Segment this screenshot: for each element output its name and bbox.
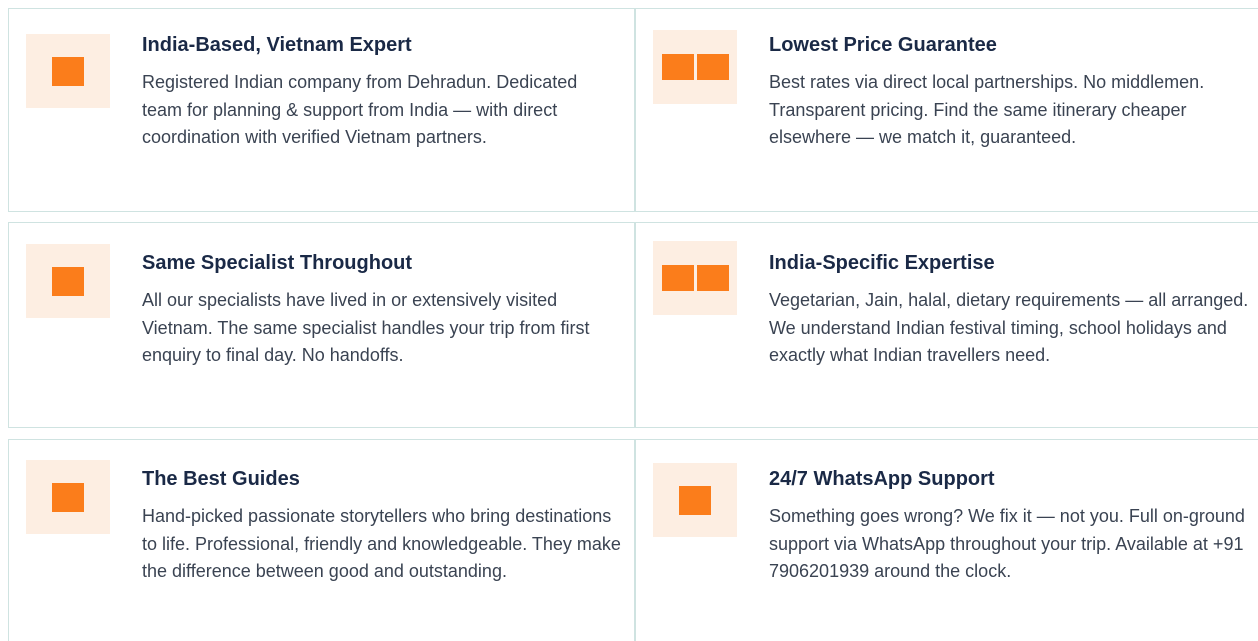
square-icon bbox=[52, 266, 84, 296]
feature-title: India-Based, Vietnam Expert bbox=[142, 34, 412, 56]
feature-card-whatsapp-support: 24/7 WhatsApp Support Something goes wro… bbox=[635, 439, 1258, 641]
feature-icon-box bbox=[653, 241, 737, 315]
feature-title: The Best Guides bbox=[142, 468, 300, 490]
square-icon bbox=[661, 265, 694, 291]
feature-description: Best rates via direct local partnerships… bbox=[769, 72, 1205, 147]
square-icon bbox=[696, 54, 729, 80]
feature-title: India-Specific Expertise bbox=[769, 252, 995, 274]
feature-icon-box bbox=[653, 30, 737, 104]
feature-icon-box bbox=[26, 244, 110, 318]
feature-card-india-specific: India-Specific Expertise Vegetarian, Jai… bbox=[635, 222, 1258, 428]
feature-title: Same Specialist Throughout bbox=[142, 252, 413, 274]
feature-card-lowest-price: Lowest Price Guarantee Best rates via di… bbox=[635, 8, 1258, 212]
square-icon bbox=[696, 265, 729, 291]
features-grid: India-Based, Vietnam Expert Registered I… bbox=[0, 0, 1258, 641]
square-icon bbox=[52, 56, 84, 86]
feature-icon-box bbox=[653, 463, 737, 537]
feature-card-same-specialist: Same Specialist Throughout All our speci… bbox=[8, 222, 635, 428]
square-icon bbox=[52, 482, 84, 512]
feature-card-india-based: India-Based, Vietnam Expert Registered I… bbox=[8, 8, 635, 212]
feature-icon-box bbox=[26, 460, 110, 534]
feature-description: Something goes wrong? We fix it — not yo… bbox=[769, 506, 1245, 581]
feature-title: 24/7 WhatsApp Support bbox=[769, 468, 995, 490]
feature-description: Vegetarian, Jain, halal, dietary require… bbox=[769, 290, 1249, 365]
square-icon bbox=[679, 485, 711, 515]
feature-description: All our specialists have lived in or ext… bbox=[142, 290, 590, 365]
square-icon bbox=[661, 54, 694, 80]
feature-description: Registered Indian company from Dehradun.… bbox=[142, 72, 578, 147]
feature-title: Lowest Price Guarantee bbox=[769, 34, 997, 56]
feature-card-best-guides: The Best Guides Hand-picked passionate s… bbox=[8, 439, 635, 641]
feature-icon-box bbox=[26, 34, 110, 108]
feature-description: Hand-picked passionate storytellers who … bbox=[142, 506, 621, 581]
